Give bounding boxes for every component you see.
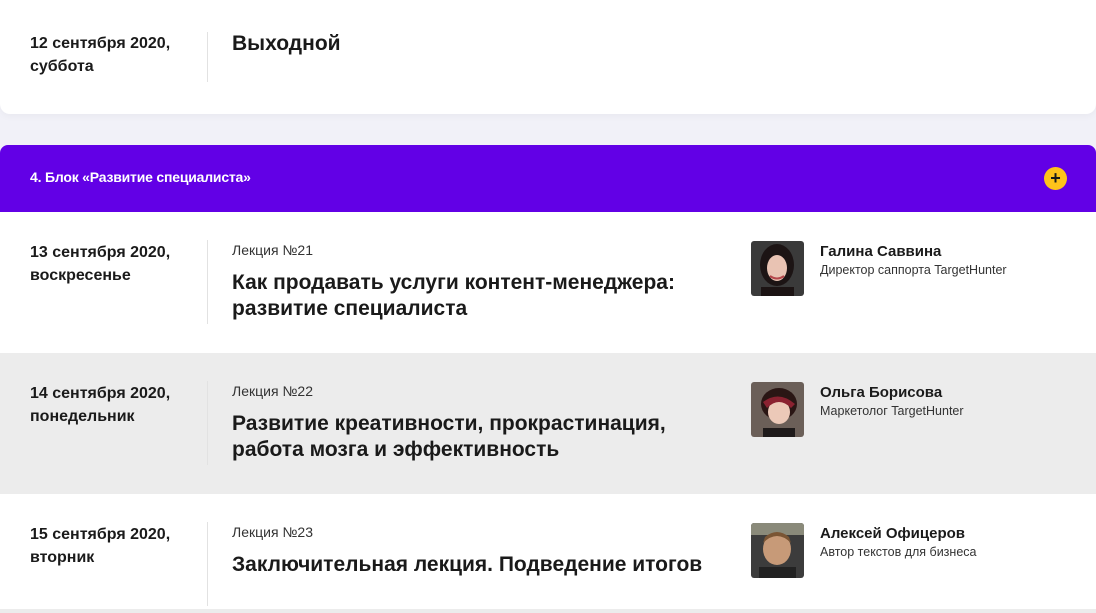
- speaker-role: Маркетолог TargetHunter: [820, 404, 964, 418]
- speaker-avatar: [751, 241, 804, 296]
- speaker-role: Автор текстов для бизнеса: [820, 545, 977, 559]
- lecture-number: Лекция №23: [232, 524, 313, 540]
- lecture-row: 15 сентября 2020, вторник Лекция №23 Зак…: [0, 494, 1096, 609]
- expand-button[interactable]: +: [1044, 167, 1067, 190]
- lecture-date: 13 сентября 2020, воскресенье: [30, 244, 171, 284]
- lecture-number: Лекция №22: [232, 383, 313, 399]
- dayoff-date: 12 сентября 2020, суббота: [30, 35, 171, 75]
- lecture-date: 14 сентября 2020, понедельник: [30, 385, 171, 425]
- lecture-row: 14 сентября 2020, понедельник Лекция №22…: [0, 353, 1096, 494]
- lecture-number: Лекция №21: [232, 242, 313, 258]
- divider: [0, 609, 1096, 613]
- plus-icon: +: [1050, 168, 1061, 188]
- dayoff-card: 12 сентября 2020, суббота Выходной: [0, 0, 1096, 114]
- lecture-title: Развитие креативности, прокрастинация, р…: [232, 412, 666, 461]
- divider: [207, 240, 208, 324]
- speaker-avatar: [751, 382, 804, 437]
- divider: [207, 381, 208, 465]
- divider: [207, 32, 208, 82]
- lecture-row: 13 сентября 2020, воскресенье Лекция №21…: [0, 212, 1096, 353]
- divider: [207, 522, 208, 606]
- lecture-title: Как продавать услуги контент-менеджера: …: [232, 271, 675, 320]
- speaker-avatar: [751, 523, 804, 578]
- speaker-role: Директор саппорта TargetHunter: [820, 263, 1007, 277]
- speaker-name: Ольга Борисова: [820, 384, 943, 401]
- dayoff-title: Выходной: [232, 32, 341, 55]
- block-header[interactable]: 4. Блок «Развитие специалиста» +: [0, 145, 1096, 212]
- speaker-name: Галина Саввина: [820, 243, 942, 260]
- lecture-date: 15 сентября 2020, вторник: [30, 526, 171, 566]
- block-title: 4. Блок «Развитие специалиста»: [30, 169, 251, 185]
- speaker-name: Алексей Офицеров: [820, 525, 966, 542]
- lecture-title: Заключительная лекция. Подведение итогов: [232, 553, 703, 576]
